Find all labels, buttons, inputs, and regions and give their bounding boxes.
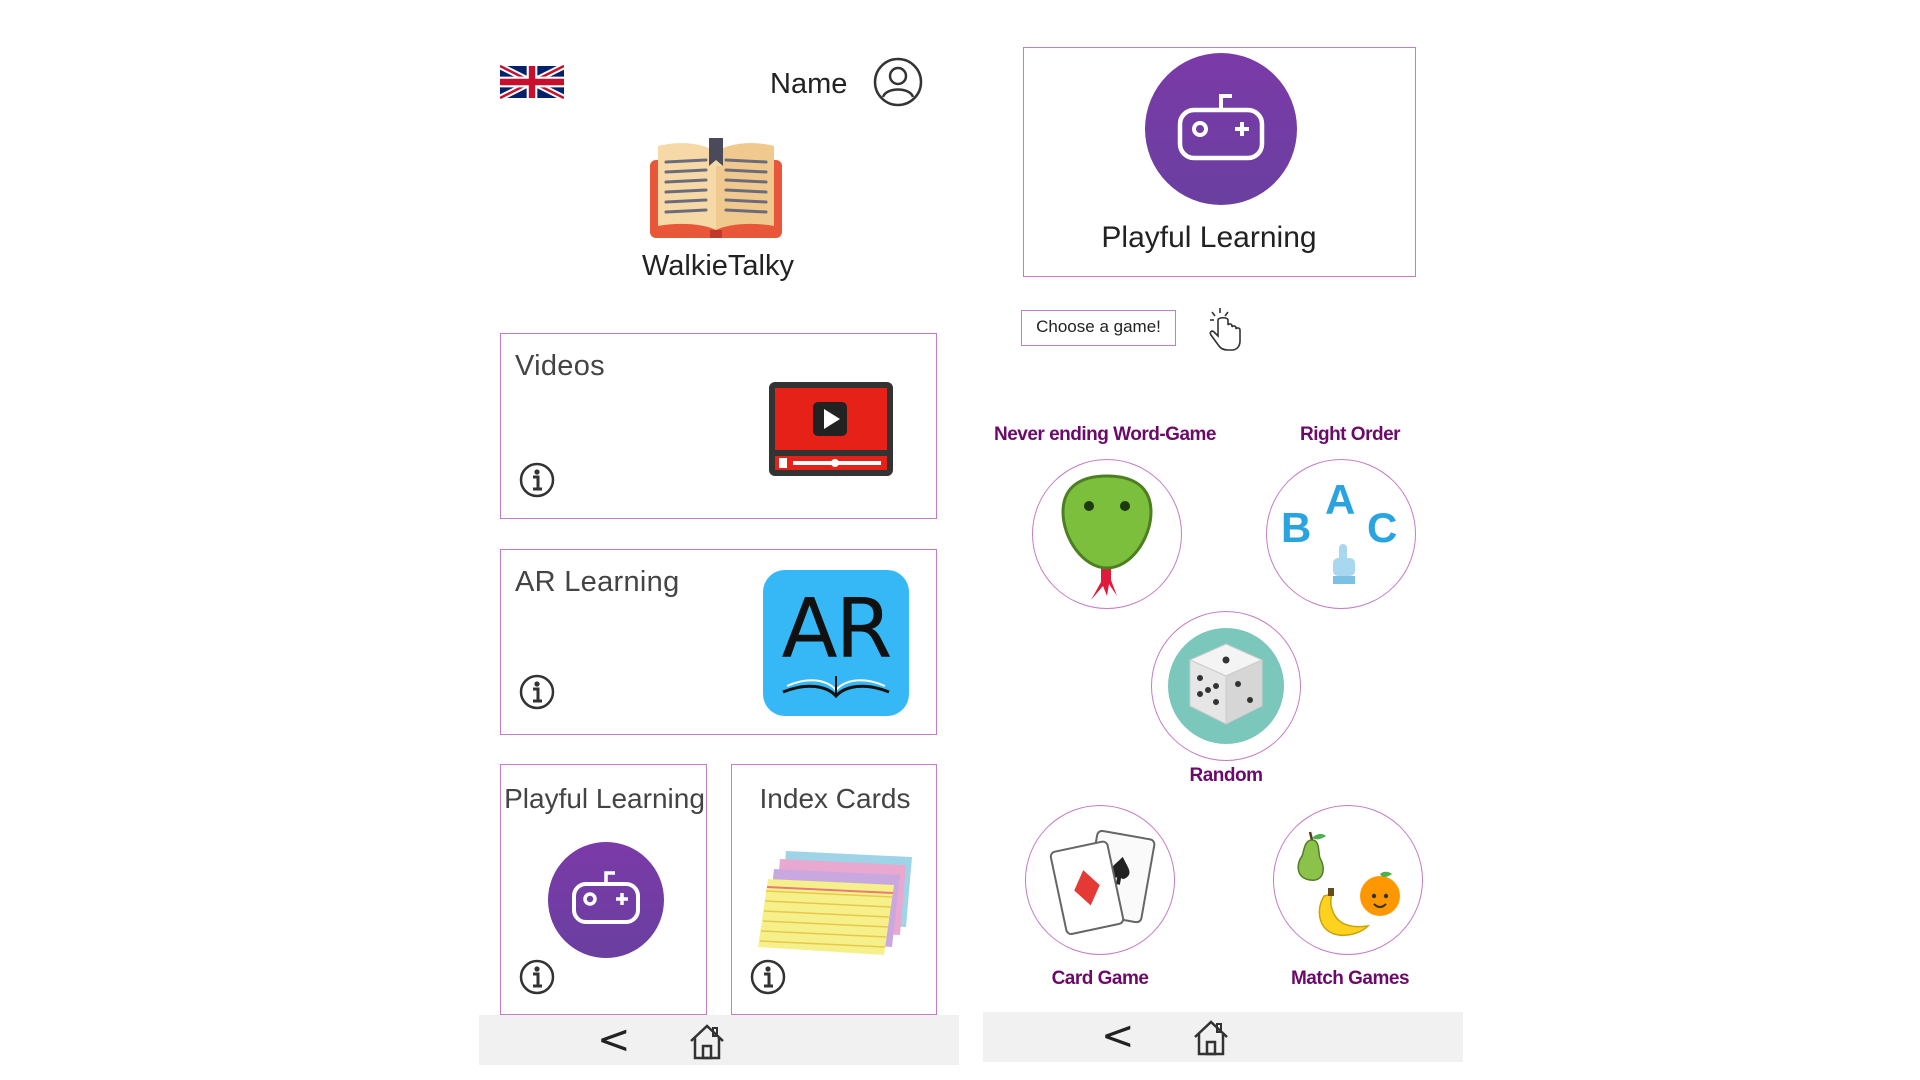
- profile-name[interactable]: Name: [770, 68, 847, 101]
- playful-learning-card[interactable]: Playful Learning: [500, 764, 707, 1015]
- fruits-icon: [1297, 831, 1400, 937]
- right-navigation-bar: <: [983, 1012, 1463, 1062]
- back-button[interactable]: <: [597, 1020, 631, 1060]
- info-icon[interactable]: [519, 959, 555, 995]
- video-player-icon: [769, 382, 893, 476]
- info-icon[interactable]: [750, 959, 786, 995]
- home-icon[interactable]: [1191, 1017, 1231, 1057]
- snake-icon: [1061, 474, 1153, 600]
- match-games-button[interactable]: [1273, 805, 1423, 955]
- word-game-button[interactable]: [1032, 459, 1182, 609]
- match-games-label: Match Games: [1290, 968, 1410, 989]
- uk-flag-icon[interactable]: [500, 62, 564, 102]
- ar-learning-card-title: AR Learning: [515, 566, 680, 598]
- playing-cards-icon: [1049, 829, 1156, 935]
- right-order-label: Right Order: [1299, 424, 1401, 445]
- index-cards-icon: [758, 851, 912, 955]
- left-navigation-bar: <: [479, 1015, 959, 1065]
- index-cards-card-title: Index Cards: [759, 783, 911, 814]
- right-order-button[interactable]: A B C: [1266, 459, 1416, 609]
- card-game-label: Card Game: [1051, 968, 1149, 989]
- videos-card[interactable]: Videos: [500, 333, 937, 519]
- ar-learning-card[interactable]: AR Learning A AR: [500, 549, 937, 735]
- back-button[interactable]: <: [1101, 1016, 1135, 1056]
- info-icon[interactable]: [519, 462, 555, 498]
- word-game-label: Never ending Word-Game: [994, 424, 1216, 445]
- random-game-button[interactable]: [1151, 611, 1301, 761]
- random-label: Random: [1189, 765, 1264, 786]
- book-logo-icon: [650, 138, 782, 238]
- dice-icon: [1168, 628, 1284, 744]
- header-title: Playful Learning: [1101, 221, 1317, 254]
- gamepad-icon: [548, 842, 664, 958]
- videos-card-title: Videos: [515, 350, 605, 382]
- info-icon[interactable]: [519, 674, 555, 710]
- letter-b: B: [1281, 504, 1312, 551]
- playful-learning-card-title: Playful Learning: [504, 783, 705, 814]
- gamepad-icon: [1145, 53, 1297, 205]
- pointing-finger-icon: [1333, 544, 1355, 584]
- ar-icon-text: AR: [781, 582, 892, 677]
- card-game-button[interactable]: [1025, 805, 1175, 955]
- user-avatar-icon[interactable]: [872, 56, 924, 108]
- choose-game-prompt: Choose a game!: [1021, 310, 1176, 346]
- home-icon[interactable]: [687, 1021, 727, 1061]
- letter-c: C: [1367, 504, 1398, 551]
- app-title: WalkieTalky: [641, 250, 794, 282]
- tap-hand-icon: [1209, 308, 1241, 351]
- playful-learning-header: Playful Learning: [1023, 47, 1416, 277]
- letter-a: A: [1325, 476, 1356, 523]
- index-cards-card[interactable]: Index Cards: [731, 764, 937, 1015]
